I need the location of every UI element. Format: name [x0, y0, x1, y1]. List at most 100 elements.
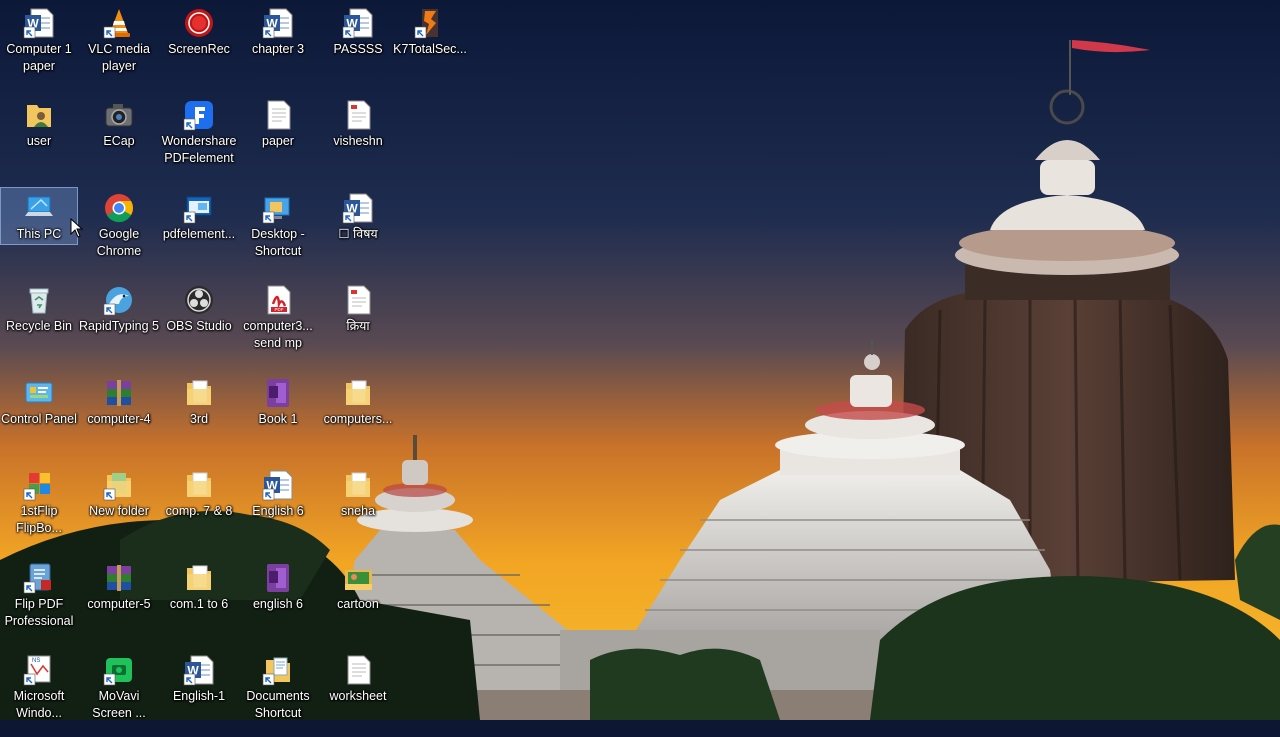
- desktop-icon-label: paper: [262, 134, 294, 148]
- desktop-icon-flip-pdf-professional[interactable]: Flip PDF Professional: [0, 557, 78, 645]
- pdf-icon: PDF: [262, 284, 294, 316]
- onenote-icon: [262, 562, 294, 594]
- desktop-icon-computers[interactable]: computers...: [319, 372, 397, 460]
- desktop-icon-label: OBS Studio: [166, 319, 232, 333]
- chrome-icon: [103, 192, 135, 224]
- desktop-shortcut-icon: [262, 192, 294, 224]
- desktop-icon-label: VLC media player: [88, 42, 150, 73]
- desktop-icon-chapter-3[interactable]: Wchapter 3: [239, 2, 317, 90]
- desktop-icon-documents-shortcut[interactable]: Documents Shortcut: [239, 649, 317, 737]
- flip-pdf-icon: [23, 562, 55, 594]
- desktop-icon-computer-5[interactable]: computer-5: [80, 557, 158, 645]
- pdfelement-icon: [183, 99, 215, 131]
- desktop-icon-label: 1stFlip FlipBo...: [16, 504, 62, 535]
- desktop-icon-label: visheshn: [333, 134, 383, 148]
- desktop-icon-label: Computer 1 paper: [6, 42, 72, 73]
- desktop-icon-label: comp. 7 & 8: [165, 504, 233, 518]
- desktop-icon-desktop-shortcut[interactable]: Desktop - Shortcut: [239, 187, 317, 275]
- ms-app-icon: NS: [23, 654, 55, 686]
- documents-shortcut-icon: [262, 654, 294, 686]
- desktop-icon-[interactable]: W ☐ विषय: [319, 187, 397, 275]
- desktop-icon-label: computers...: [323, 412, 393, 426]
- recycle-bin-icon: [23, 284, 55, 316]
- desktop-icon-label: computer-5: [87, 597, 151, 611]
- desktop-icon-recycle-bin[interactable]: Recycle Bin: [0, 279, 78, 367]
- desktop-icon-label: user: [26, 134, 52, 148]
- desktop-icon-wondershare-pdfelement[interactable]: Wondershare PDFelement: [160, 94, 238, 182]
- desktop-icon-new-folder[interactable]: New folder: [80, 464, 158, 552]
- user-folder-icon: [23, 99, 55, 131]
- desktop-icon-pdfelement[interactable]: pdfelement...: [160, 187, 238, 275]
- folder-icon: [342, 469, 374, 501]
- desktop-icon-microsoft-windo[interactable]: NS Microsoft Windo...: [0, 649, 78, 737]
- desktop-icon-label: Google Chrome: [96, 227, 142, 258]
- obs-icon: [183, 284, 215, 316]
- desktop-icon-label: New folder: [89, 504, 149, 518]
- desktop-icon-k7totalsec[interactable]: K7TotalSec...: [391, 2, 469, 90]
- desktop-icon-label: chapter 3: [251, 42, 305, 56]
- desktop-icon-rapidtyping-5[interactable]: RapidTyping 5: [79, 279, 159, 367]
- desktop-icon-worksheet[interactable]: worksheet: [319, 649, 397, 737]
- word-document-icon: W: [23, 7, 55, 39]
- desktop-icon-label: english 6: [252, 597, 304, 611]
- text-document-icon: [342, 99, 374, 131]
- desktop-icon-english-6[interactable]: english 6: [239, 557, 317, 645]
- desktop-icon-control-panel[interactable]: Control Panel: [0, 372, 78, 460]
- winrar-archive-icon: [103, 562, 135, 594]
- desktop-icon-sneha[interactable]: sneha: [319, 464, 397, 552]
- desktop-icon-label: computer3... send mp: [243, 319, 313, 350]
- desktop-icon-label: 3rd: [189, 412, 209, 426]
- desktop-icon-label: English-1: [172, 689, 226, 703]
- desktop-icon-screenrec[interactable]: ScreenRec: [160, 2, 238, 90]
- word-document-icon: W: [262, 469, 294, 501]
- desktop-icon-label: sneha: [340, 504, 376, 518]
- desktop-icon-label: ☐ विषय: [338, 227, 378, 241]
- desktop-icon-passss[interactable]: W PASSSS: [319, 2, 397, 90]
- desktop-icon-[interactable]: क्रिया: [319, 279, 397, 367]
- desktop-icon-label: Microsoft Windo...: [13, 689, 65, 720]
- desktop-icon-english-1[interactable]: W English-1: [160, 649, 238, 737]
- desktop-icon-1stflip-flipbo[interactable]: 1stFlip FlipBo...: [0, 464, 78, 552]
- desktop-icon-computer-1-paper[interactable]: W Computer 1 paper: [0, 2, 78, 90]
- desktop-icon-label: क्रिया: [346, 319, 370, 333]
- desktop-icon-english-6[interactable]: W English 6: [239, 464, 317, 552]
- desktop-icon-user[interactable]: user: [0, 94, 78, 182]
- desktop-icon-com-1-to-6[interactable]: com.1 to 6: [160, 557, 238, 645]
- desktop-icon-google-chrome[interactable]: Google Chrome: [80, 187, 158, 275]
- desktop-icon-label: cartoon: [337, 597, 379, 611]
- svg-text:NS: NS: [32, 658, 40, 664]
- desktop-icon-cartoon[interactable]: cartoon: [319, 557, 397, 645]
- desktop-icon-comp-7-8[interactable]: comp. 7 & 8: [160, 464, 238, 552]
- desktop-icon-paper[interactable]: paper: [239, 94, 317, 182]
- desktop-icon-movavi-screen[interactable]: MoVavi Screen ...: [80, 649, 158, 737]
- desktop-icon-obs-studio[interactable]: OBS Studio: [160, 279, 238, 367]
- desktop-icon-vlc-media-player[interactable]: VLC media player: [80, 2, 158, 90]
- desktop-icon-visheshn[interactable]: visheshn: [319, 94, 397, 182]
- word-document-icon: W: [342, 192, 374, 224]
- desktop-icon-ecap[interactable]: ECap: [80, 94, 158, 182]
- desktop-icon-label: Wondershare PDFelement: [161, 134, 237, 165]
- desktop-icon-label: ECap: [103, 134, 135, 148]
- desktop-icon-label: ScreenRec: [168, 42, 230, 56]
- folder-icon: [103, 469, 135, 501]
- record-icon: [183, 7, 215, 39]
- desktop-icon-this-pc[interactable]: This PC: [0, 187, 78, 245]
- desktop-icon-label: English 6: [252, 504, 304, 518]
- word-document-icon: W: [262, 7, 294, 39]
- desktop-icon-computer-4[interactable]: computer-4: [80, 372, 158, 460]
- k7-shield-icon: [414, 7, 446, 39]
- text-document-icon: [342, 284, 374, 316]
- word-document-icon: W: [342, 7, 374, 39]
- control-panel-icon: [23, 377, 55, 409]
- desktop-icon-label: Desktop - Shortcut: [251, 227, 305, 258]
- vlc-cone-icon: [103, 7, 135, 39]
- desktop-icon-label: Book 1: [258, 412, 298, 426]
- movavi-icon: [103, 654, 135, 686]
- desktop-icon-grid: W Computer 1 paper user This PC Recycle Bin C…: [0, 0, 1280, 720]
- desktop-icon-label: RapidTyping 5: [79, 319, 159, 333]
- mouse-cursor-icon: [70, 218, 84, 238]
- desktop-icon-3rd[interactable]: 3rd: [160, 372, 238, 460]
- dolphin-icon: [103, 284, 135, 316]
- desktop-icon-computer3-send-mp[interactable]: PDF computer3... send mp: [239, 279, 317, 367]
- desktop-icon-book-1[interactable]: Book 1: [239, 372, 317, 460]
